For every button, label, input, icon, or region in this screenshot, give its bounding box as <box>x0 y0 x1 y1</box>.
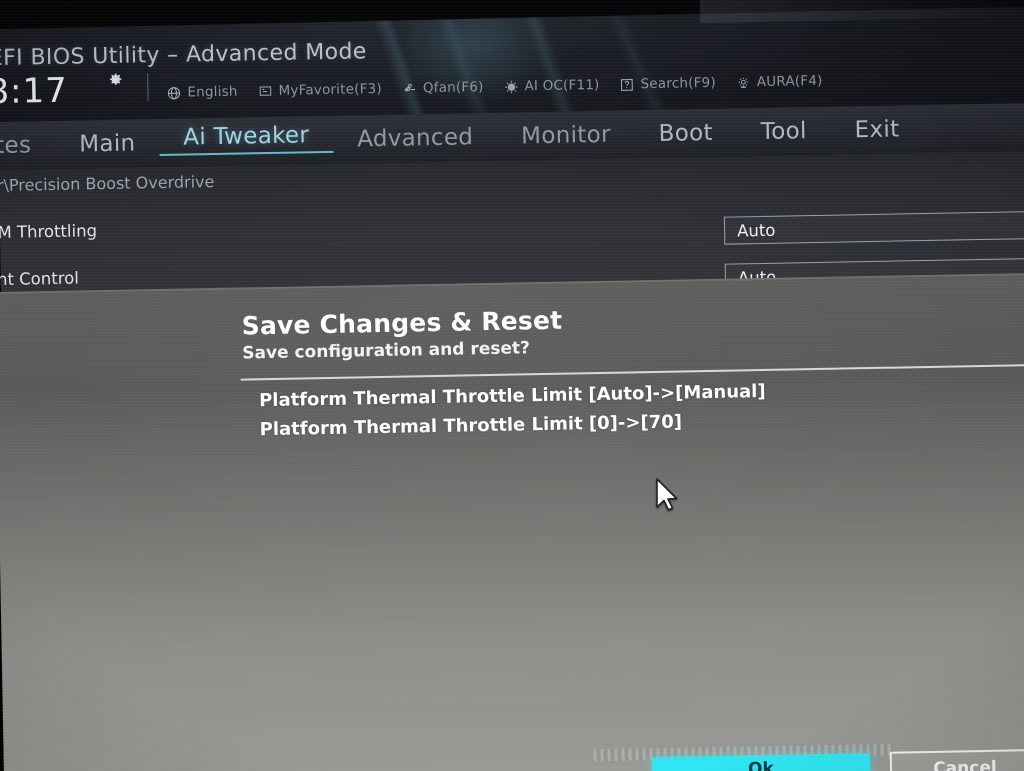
question-box-icon <box>618 77 635 92</box>
tab-exit[interactable]: Exit <box>830 116 923 144</box>
cancel-button[interactable]: Cancel <box>889 748 1024 771</box>
tab-advanced[interactable]: Advanced <box>333 124 497 153</box>
ok-button[interactable]: Ok <box>651 753 871 771</box>
setting-label-vrm-throttling: RM Throttling <box>0 221 98 243</box>
ok-button-label: Ok <box>747 758 775 771</box>
hotkey-label: MyFavorite(F3) <box>278 80 383 99</box>
tab-main[interactable]: Main <box>55 130 160 158</box>
dialog-subtitle: Save configuration and reset? <box>242 338 531 364</box>
change-list-item: Platform Thermal Throttle Limit [Auto]->… <box>258 380 766 412</box>
hotkey-label: Search(F9) <box>640 74 716 93</box>
tab-boot[interactable]: Boot <box>634 119 737 147</box>
bios-screen: EFI BIOS Utility – Advanced Mode 8:17 En… <box>0 0 1024 771</box>
fan-icon <box>401 81 418 96</box>
change-list-item: Platform Thermal Throttle Limit [0]->[70… <box>259 411 683 441</box>
hotkey-label: AURA(F4) <box>756 72 823 91</box>
hotkey-label: Qfan(F6) <box>422 79 484 97</box>
globe-icon <box>165 85 182 100</box>
bios-header: EFI BIOS Utility – Advanced Mode 8:17 En… <box>0 0 1024 122</box>
dialog-title: Save Changes & Reset <box>241 305 563 341</box>
chip-icon <box>502 79 519 94</box>
hotkey-aura[interactable]: AURA(F4) <box>735 73 823 91</box>
tab-tool[interactable]: Tool <box>737 118 831 146</box>
hotkey-ai-oc[interactable]: AI OC(F11) <box>502 76 600 95</box>
hotkey-english[interactable]: English <box>165 83 238 101</box>
hotkey-qfan[interactable]: Qfan(F6) <box>401 79 484 97</box>
cancel-button-label: Cancel <box>933 757 997 771</box>
hotkey-search[interactable]: Search(F9) <box>618 75 716 93</box>
tab-my-favorites[interactable]: orites <box>0 132 56 160</box>
save-changes-dialog: Save Changes & Reset Save configuration … <box>0 272 1024 771</box>
dialog-separator <box>240 363 1024 381</box>
setting-value-vrm-throttling[interactable]: Auto <box>723 210 1024 245</box>
hotkey-label: English <box>187 83 238 101</box>
mouse-pointer-icon <box>654 477 680 515</box>
screenshot-root: EFI BIOS Utility – Advanced Mode 8:17 En… <box>0 0 1024 771</box>
star-panel-icon <box>256 83 273 98</box>
header-hotkey-bar: English MyFavorite(F3) Qfan(F6) AI OC(F1… <box>165 73 823 101</box>
hotkey-myfavorite[interactable]: MyFavorite(F3) <box>256 81 382 99</box>
hotkey-label: AI OC(F11) <box>524 76 600 95</box>
aura-light-icon <box>735 75 752 90</box>
page-title: EFI BIOS Utility – Advanced Mode <box>0 39 367 72</box>
tab-ai-tweaker[interactable]: Ai Tweaker <box>159 121 334 157</box>
tab-monitor[interactable]: Monitor <box>497 121 635 150</box>
gear-icon[interactable] <box>107 73 124 90</box>
setting-label-current-control: ent Control <box>0 268 79 290</box>
header-divider <box>147 73 149 102</box>
system-clock: 8:17 <box>0 70 69 113</box>
